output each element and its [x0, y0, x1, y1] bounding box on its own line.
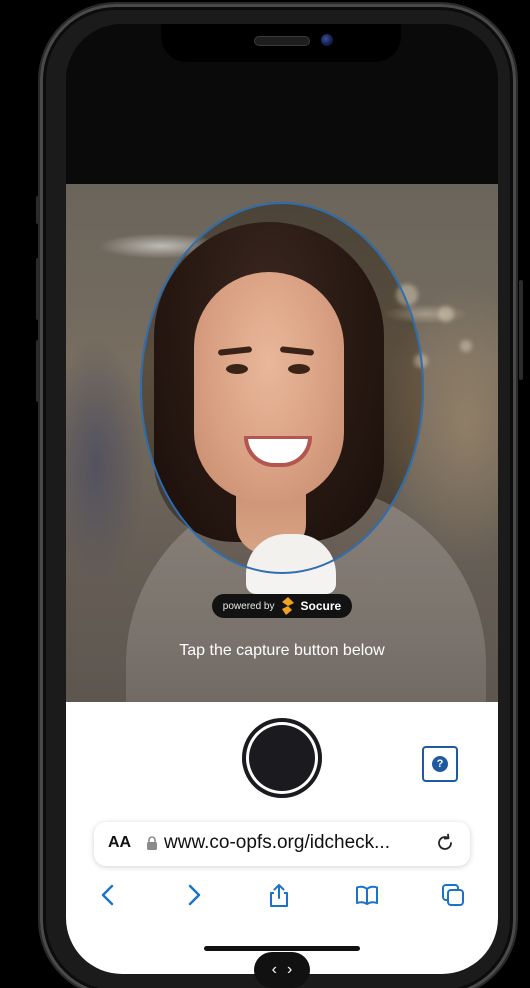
device-stage: powered by Socure Tap the capture button… [0, 0, 530, 988]
power-button [519, 280, 523, 380]
chevron-left-icon[interactable]: ‹ [272, 961, 277, 979]
lock-icon [147, 836, 157, 850]
powered-by-badge: powered by Socure [212, 594, 352, 618]
face-guide-oval [140, 202, 424, 574]
capture-button[interactable] [242, 718, 322, 798]
help-icon: ? [432, 756, 448, 772]
url-text[interactable]: www.co-opfs.org/idcheck... [164, 832, 424, 854]
notch [161, 24, 401, 62]
bokeh-light [438, 306, 454, 322]
address-bar[interactable]: AA www.co-opfs.org/idcheck... [94, 822, 470, 866]
text-size-button[interactable]: AA [108, 834, 131, 852]
back-icon[interactable] [96, 882, 122, 908]
reload-icon[interactable] [434, 832, 456, 854]
camera-viewfinder: powered by Socure Tap the capture button… [66, 184, 498, 702]
socure-logo-icon [281, 597, 294, 615]
forward-icon[interactable] [180, 882, 206, 908]
bookmarks-icon[interactable] [354, 882, 380, 908]
share-icon[interactable] [266, 882, 292, 908]
tabs-icon[interactable] [440, 882, 466, 908]
socure-brand-name: Socure [300, 599, 342, 613]
capture-instruction: Tap the capture button below [179, 642, 385, 659]
help-button[interactable]: ? [422, 746, 458, 782]
earpiece-speaker [254, 36, 310, 46]
phone-screen: powered by Socure Tap the capture button… [66, 24, 498, 974]
page-nav-chip[interactable]: ‹ › [254, 952, 310, 988]
home-indicator [204, 946, 360, 951]
front-camera-icon [321, 34, 333, 46]
browser-toolbar [66, 876, 498, 916]
bokeh-light [460, 340, 472, 352]
chevron-right-icon[interactable]: › [287, 961, 292, 979]
powered-by-label: powered by [222, 600, 275, 612]
